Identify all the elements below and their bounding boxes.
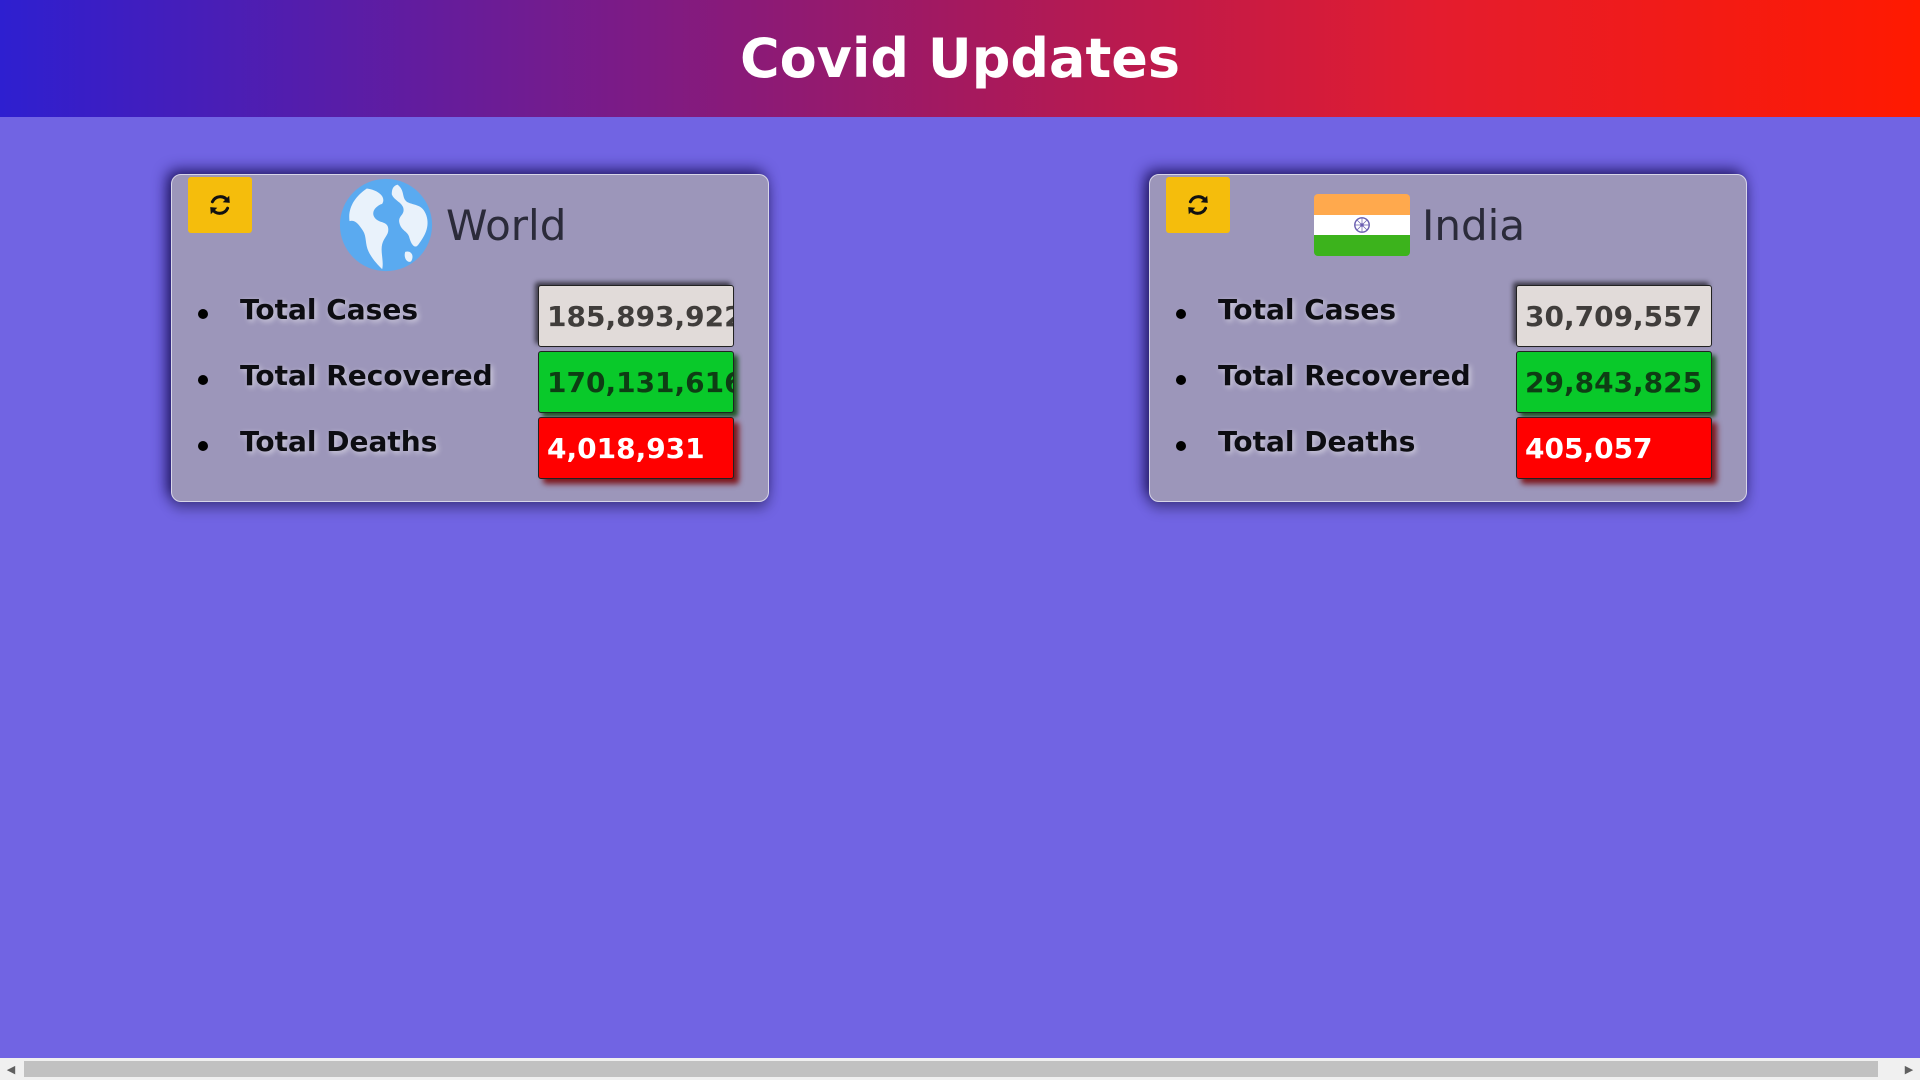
stat-row-total-cases: Total Cases 30,709,557 — [1150, 285, 1746, 347]
page-title: Covid Updates — [739, 27, 1181, 90]
bullet-icon — [1176, 309, 1186, 319]
stat-row-total-recovered: Total Recovered 170,131,616 — [172, 351, 768, 413]
stat-label: Total Cases — [1218, 293, 1397, 326]
refresh-india-button[interactable] — [1166, 177, 1230, 233]
refresh-icon — [210, 195, 230, 215]
total-recovered-value: 170,131,616 — [538, 351, 734, 413]
stat-row-total-deaths: Total Deaths 4,018,931 — [172, 417, 768, 479]
stat-row-total-recovered: Total Recovered 29,843,825 — [1150, 351, 1746, 413]
bullet-icon — [1176, 375, 1186, 385]
total-cases-value: 30,709,557 — [1516, 285, 1712, 347]
card-title-row: India — [1314, 177, 1525, 273]
stat-label: Total Deaths — [1218, 425, 1416, 458]
globe-icon — [339, 178, 433, 272]
bullet-icon — [1176, 441, 1186, 451]
refresh-world-button[interactable] — [188, 177, 252, 233]
scroll-left-arrow-icon[interactable]: ◀ — [0, 1058, 22, 1080]
total-deaths-value: 4,018,931 — [538, 417, 734, 479]
page-header: Covid Updates — [0, 0, 1920, 117]
card-title: India — [1422, 200, 1526, 250]
scrollbar-thumb[interactable] — [24, 1061, 1878, 1077]
total-deaths-value: 405,057 — [1516, 417, 1712, 479]
bullet-icon — [198, 309, 208, 319]
card-title: World — [446, 200, 567, 250]
bullet-icon — [198, 375, 208, 385]
india-stats-card: India Total Cases 30,709,557 Total Recov… — [1149, 174, 1747, 502]
bullet-icon — [198, 441, 208, 451]
stat-row-total-deaths: Total Deaths 405,057 — [1150, 417, 1746, 479]
world-stats-card: World Total Cases 185,893,922 Total Reco… — [171, 174, 769, 502]
refresh-icon — [1188, 195, 1208, 215]
india-flag-icon — [1314, 194, 1410, 256]
horizontal-scrollbar[interactable]: ◀ ▶ — [0, 1058, 1920, 1080]
card-title-row: World — [338, 177, 566, 273]
total-cases-value: 185,893,922 — [538, 285, 734, 347]
stat-label: Total Deaths — [240, 425, 438, 458]
stat-row-total-cases: Total Cases 185,893,922 — [172, 285, 768, 347]
total-recovered-value: 29,843,825 — [1516, 351, 1712, 413]
stat-label: Total Recovered — [240, 359, 493, 392]
stat-label: Total Cases — [240, 293, 419, 326]
chakra-icon — [1354, 217, 1370, 233]
stat-label: Total Recovered — [1218, 359, 1471, 392]
scroll-right-arrow-icon[interactable]: ▶ — [1898, 1058, 1920, 1080]
